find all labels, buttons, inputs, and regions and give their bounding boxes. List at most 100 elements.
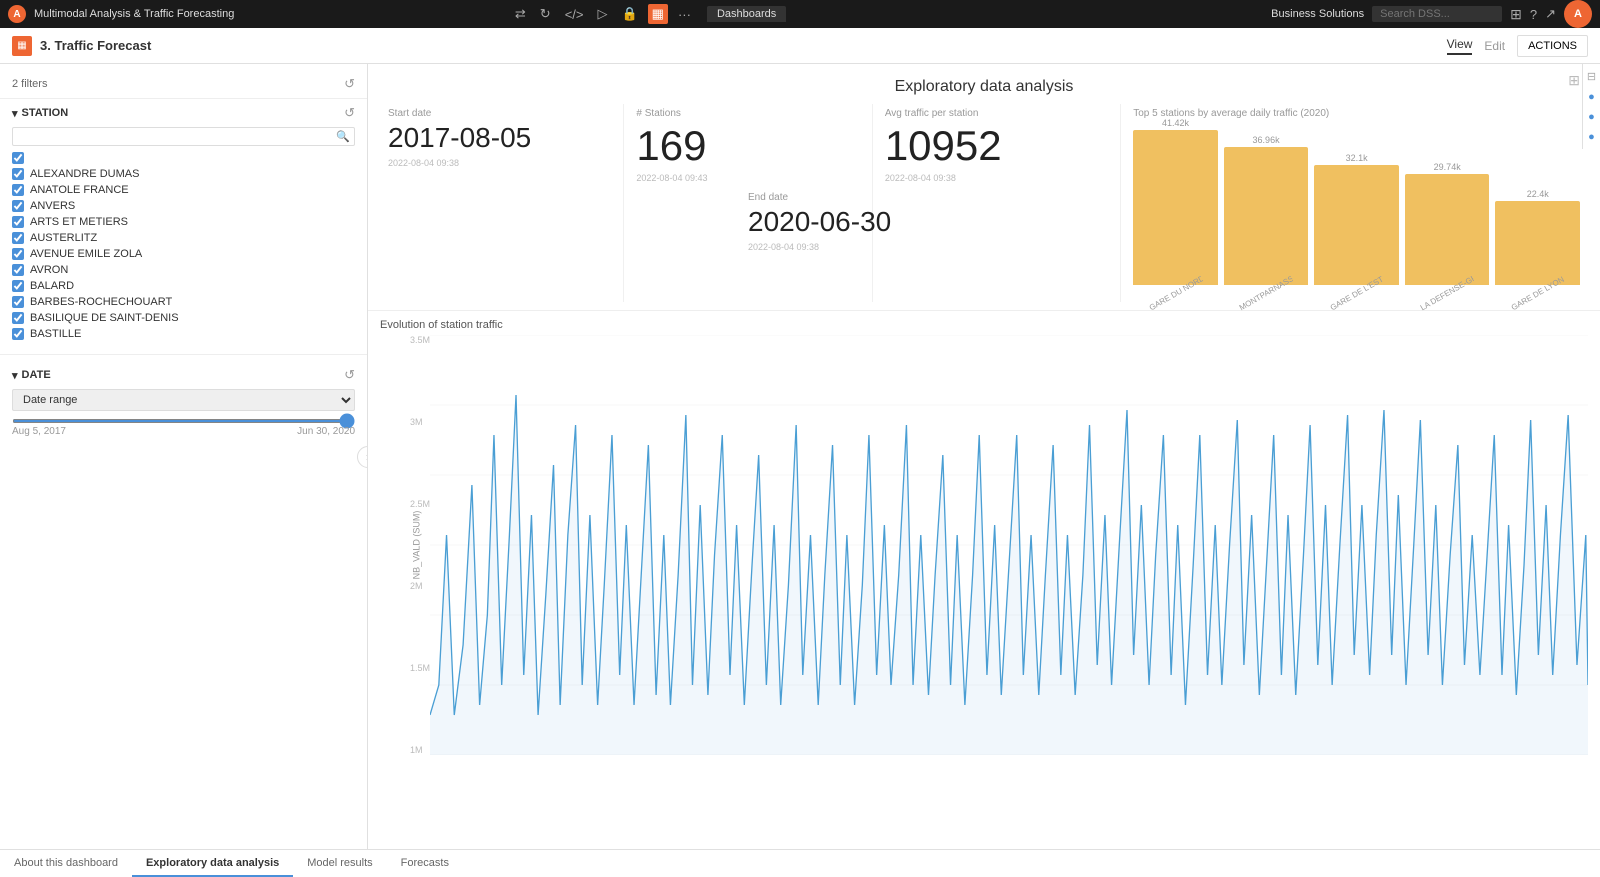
bar-item-3: 32.1k GARE DE L'EST — [1314, 153, 1399, 298]
more-icon[interactable]: ··· — [674, 5, 695, 24]
trend-icon[interactable]: ↗ — [1545, 6, 1556, 22]
line-chart-title: Evolution of station traffic — [380, 319, 1588, 331]
expand-icon[interactable]: ⊞ — [1568, 72, 1580, 89]
station-check-3[interactable] — [12, 200, 24, 212]
station-check-9[interactable] — [12, 296, 24, 308]
bar-1 — [1133, 130, 1218, 285]
bar-value-5: 22.4k — [1527, 189, 1549, 199]
bar-3 — [1314, 165, 1399, 285]
lock-icon[interactable]: 🔒 — [617, 4, 641, 24]
station-name-3: ANVERS — [30, 200, 75, 212]
station-name-4: ARTS ET METIERS — [30, 216, 128, 228]
station-name-2: ANATOLE FRANCE — [30, 184, 129, 196]
station-name-1: ALEXANDRE DUMAS — [30, 168, 139, 180]
actions-button[interactable]: ACTIONS — [1517, 35, 1588, 57]
list-item: AVRON — [12, 262, 355, 278]
station-check-2[interactable] — [12, 184, 24, 196]
station-filter-title: ▾ STATION — [12, 107, 68, 120]
station-filter-header: ▾ STATION ↺ — [12, 105, 355, 121]
station-check-4[interactable] — [12, 216, 24, 228]
app-logo: A — [8, 5, 26, 23]
bar-4 — [1405, 174, 1490, 285]
search-input[interactable] — [1372, 6, 1502, 22]
tab-exploratory[interactable]: Exploratory data analysis — [132, 850, 293, 877]
circle-icon-2[interactable]: ● — [1588, 111, 1595, 123]
page-title: 3. Traffic Forecast — [40, 38, 151, 53]
list-item: BASTILLE — [12, 326, 355, 342]
station-check-1[interactable] — [12, 168, 24, 180]
station-check-11[interactable] — [12, 328, 24, 340]
avg-traffic-kpi: Avg traffic per station 10952 2022-08-04… — [873, 104, 1121, 302]
date-range-select[interactable]: Date range — [12, 389, 355, 411]
station-check-7[interactable] — [12, 264, 24, 276]
station-search-input[interactable] — [17, 131, 336, 143]
sub-nav: ▦ 3. Traffic Forecast View Edit ACTIONS — [0, 28, 1600, 64]
station-all-checkbox — [12, 150, 355, 166]
station-check-8[interactable] — [12, 280, 24, 292]
bar-item-4: 29.74k LA DEFENSE-GRANDE ARCHE — [1405, 162, 1490, 298]
date-filter-header: ▾ DATE ↺ — [12, 367, 355, 383]
bar-chart-section: Top 5 stations by average daily traffic … — [1121, 104, 1592, 302]
play-icon[interactable]: ▷ — [593, 4, 611, 24]
bar-value-2: 36.96k — [1253, 135, 1280, 145]
date-filter-section: ▾ DATE ↺ Date range Aug 5, 2017 Jun 30, … — [0, 363, 367, 441]
date-filter-reset-icon[interactable]: ↺ — [344, 367, 355, 383]
apps-grid-icon[interactable]: ⊞ — [1510, 6, 1522, 23]
bar-value-4: 29.74k — [1434, 162, 1461, 172]
station-search-icon[interactable]: 🔍 — [336, 130, 350, 143]
user-avatar[interactable]: A — [1564, 0, 1592, 28]
avg-traffic-value: 10952 — [885, 123, 1108, 169]
sidebar-collapse-button[interactable]: › — [357, 446, 368, 468]
station-check-10[interactable] — [12, 312, 24, 324]
station-name-6: AVENUE EMILE ZOLA — [30, 248, 142, 260]
sidebar: 2 filters ↺ ▾ STATION ↺ 🔍 — [0, 64, 368, 849]
line-chart-wrapper: NB_VALD (SUM) 3.5M 3M 2.5M 2M 1.5M 1M — [380, 335, 1588, 755]
station-name-5: AUSTERLITZ — [30, 232, 97, 244]
edit-button[interactable]: Edit — [1484, 39, 1505, 53]
station-checkbox-list: ALEXANDRE DUMAS ANATOLE FRANCE ANVERS AR… — [12, 150, 355, 342]
date-range-slider[interactable] — [12, 419, 355, 423]
share-icon[interactable]: ⇄ — [511, 4, 530, 24]
right-side-icons: ⊟ ● ● ● — [1582, 64, 1600, 149]
station-name-11: BASTILLE — [30, 328, 81, 340]
chevron-down-date-icon[interactable]: ▾ — [12, 369, 18, 382]
station-filter-reset-icon[interactable]: ↺ — [344, 105, 355, 121]
station-all-check[interactable] — [12, 152, 24, 164]
dashboard-icon[interactable]: ▦ — [648, 4, 668, 24]
tab-model[interactable]: Model results — [293, 850, 386, 877]
code-icon[interactable]: </> — [561, 5, 588, 24]
avg-traffic-label: Avg traffic per station — [885, 108, 1108, 119]
nav-icons: ⇄ ↻ </> ▷ 🔒 ▦ ··· — [511, 4, 695, 24]
stations-label: # Stations — [636, 108, 859, 119]
filter-reset-icon[interactable]: ↺ — [344, 76, 355, 92]
view-button[interactable]: View — [1447, 37, 1473, 55]
bar-item-5: 22.4k GARE DE LYON — [1495, 189, 1580, 298]
end-date-label: End date — [748, 192, 891, 203]
dashboards-tab[interactable]: Dashboards — [707, 6, 786, 22]
tab-about[interactable]: About this dashboard — [0, 850, 132, 877]
y-axis-label: NB_VALD (SUM) — [411, 511, 421, 580]
chevron-down-icon[interactable]: ▾ — [12, 107, 18, 120]
bottom-tabs: About this dashboard Exploratory data an… — [0, 849, 1600, 877]
list-item: BALARD — [12, 278, 355, 294]
tab-forecasts[interactable]: Forecasts — [387, 850, 463, 877]
stations-value: 169 — [636, 123, 859, 169]
help-icon[interactable]: ? — [1530, 7, 1537, 22]
circle-icon-1[interactable]: ● — [1588, 91, 1595, 103]
avg-traffic-timestamp: 2022-08-04 09:38 — [885, 173, 1108, 183]
circle-icon-3[interactable]: ● — [1588, 131, 1595, 143]
bar-item-1: 41.42k GARE DU NORD — [1133, 118, 1218, 298]
end-date-timestamp: 2022-08-04 09:38 — [748, 242, 891, 252]
toolbar: View Edit ACTIONS — [1447, 35, 1588, 57]
station-name-10: BASILIQUE DE SAINT-DENIS — [30, 312, 179, 324]
filters-header: 2 filters ↺ — [0, 72, 367, 96]
station-name-9: BARBES-ROCHECHOUART — [30, 296, 172, 308]
expand-right-icon[interactable]: ⊟ — [1587, 70, 1596, 83]
station-check-5[interactable] — [12, 232, 24, 244]
list-item: BARBES-ROCHECHOUART — [12, 294, 355, 310]
station-check-6[interactable] — [12, 248, 24, 260]
bar-value-3: 32.1k — [1346, 153, 1368, 163]
bar-2 — [1224, 147, 1309, 285]
line-chart-svg — [430, 335, 1588, 755]
refresh-icon[interactable]: ↻ — [536, 4, 555, 24]
